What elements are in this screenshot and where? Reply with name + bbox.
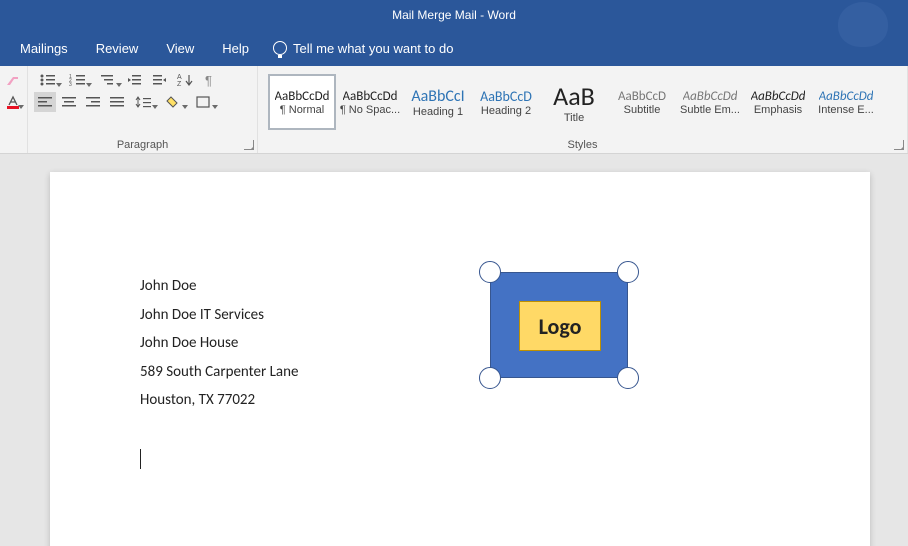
address-line[interactable]: 589 South Carpenter Lane <box>140 358 780 387</box>
menu-bar: Mailings Review View Help Tell me what y… <box>0 30 908 66</box>
style-item-heading-1[interactable]: AaBbCcIHeading 1 <box>404 74 472 130</box>
style-sample: AaB <box>553 80 595 112</box>
address-block[interactable]: John DoeJohn Doe IT ServicesJohn Doe Hou… <box>140 272 780 415</box>
style-item-heading-2[interactable]: AaBbCcDHeading 2 <box>472 74 540 130</box>
style-caption: ¶ No Spac... <box>340 104 400 116</box>
align-left-icon[interactable] <box>34 92 56 112</box>
style-caption: ¶ Normal <box>280 104 324 116</box>
svg-text:1: 1 <box>69 74 72 80</box>
style-caption: Title <box>564 112 584 124</box>
svg-text:3: 3 <box>69 82 72 87</box>
styles-group-label: Styles <box>260 137 905 151</box>
styles-dialog-launcher[interactable] <box>894 140 904 150</box>
style-caption: Heading 2 <box>481 105 531 117</box>
style-caption: Subtle Em... <box>680 104 740 116</box>
bullets-icon[interactable] <box>34 70 62 90</box>
style-sample: AaBbCcD <box>480 88 532 105</box>
address-line[interactable]: John Doe IT Services <box>140 301 780 330</box>
shading-icon[interactable] <box>160 92 188 112</box>
tab-view[interactable]: View <box>152 33 208 64</box>
styles-gallery[interactable]: AaBbCcDd¶ NormalAaBbCcDd¶ No Spac...AaBb… <box>260 70 905 137</box>
align-center-icon[interactable] <box>58 92 80 112</box>
lightbulb-icon <box>273 41 287 55</box>
style-item-title[interactable]: AaBTitle <box>540 74 608 130</box>
line-spacing-icon[interactable] <box>130 92 158 112</box>
justify-icon[interactable] <box>106 92 128 112</box>
numbering-icon[interactable]: 123 <box>64 70 92 90</box>
svg-text:2: 2 <box>69 78 72 84</box>
multilevel-list-icon[interactable] <box>94 70 122 90</box>
paragraph-group: 123 AZ ¶ <box>28 66 258 153</box>
style-item--normal[interactable]: AaBbCcDd¶ Normal <box>268 74 336 130</box>
sort-icon[interactable]: AZ <box>172 70 198 90</box>
window-title: Mail Merge Mail - Word <box>392 8 516 22</box>
plaque-shape: Logo <box>490 272 628 378</box>
style-caption: Heading 1 <box>413 106 463 118</box>
font-color-icon[interactable] <box>2 92 24 112</box>
tab-review[interactable]: Review <box>82 33 153 64</box>
style-item-emphasis[interactable]: AaBbCcDdEmphasis <box>744 74 812 130</box>
document-page[interactable]: John DoeJohn Doe IT ServicesJohn Doe Hou… <box>50 172 870 546</box>
style-caption: Emphasis <box>754 104 802 116</box>
style-sample: AaBbCcDd <box>751 89 806 104</box>
svg-text:A: A <box>177 74 182 81</box>
decrease-indent-icon[interactable] <box>124 70 146 90</box>
align-right-icon[interactable] <box>82 92 104 112</box>
borders-icon[interactable] <box>190 92 218 112</box>
logo-shape[interactable]: Logo <box>490 272 628 378</box>
style-item-subtitle[interactable]: AaBbCcDSubtitle <box>608 74 676 130</box>
logo-text-box[interactable]: Logo <box>519 301 601 351</box>
style-sample: AaBbCcDd <box>343 89 398 104</box>
style-sample: AaBbCcDd <box>683 89 738 104</box>
document-workspace: John DoeJohn Doe IT ServicesJohn Doe Hou… <box>0 154 908 546</box>
style-item-intense-e-[interactable]: AaBbCcDdIntense E... <box>812 74 880 130</box>
styles-group: AaBbCcDd¶ NormalAaBbCcDd¶ No Spac...AaBb… <box>258 66 908 153</box>
tell-me-search[interactable]: Tell me what you want to do <box>263 33 463 64</box>
paragraph-dialog-launcher[interactable] <box>244 140 254 150</box>
address-line[interactable]: Houston, TX 77022 <box>140 386 780 415</box>
tell-me-label: Tell me what you want to do <box>293 41 453 56</box>
title-bar: Mail Merge Mail - Word <box>0 0 908 30</box>
clear-formatting-icon[interactable] <box>2 70 24 90</box>
style-sample: AaBbCcDd <box>275 89 330 104</box>
logo-text: Logo <box>539 313 582 340</box>
address-line[interactable]: John Doe House <box>140 329 780 358</box>
account-avatar[interactable] <box>838 2 888 47</box>
style-caption: Intense E... <box>818 104 874 116</box>
font-group-partial <box>0 66 28 153</box>
address-line[interactable]: John Doe <box>140 272 780 301</box>
paragraph-group-label: Paragraph <box>30 137 255 151</box>
text-cursor <box>140 449 141 469</box>
tab-mailings[interactable]: Mailings <box>6 33 82 64</box>
style-item--no-spac-[interactable]: AaBbCcDd¶ No Spac... <box>336 74 404 130</box>
style-sample: AaBbCcD <box>618 89 666 104</box>
style-sample: AaBbCcI <box>411 87 464 106</box>
tab-help[interactable]: Help <box>208 33 263 64</box>
style-item-subtle-em-[interactable]: AaBbCcDdSubtle Em... <box>676 74 744 130</box>
increase-indent-icon[interactable] <box>148 70 170 90</box>
show-paragraph-marks-icon[interactable]: ¶ <box>200 70 222 90</box>
style-caption: Subtitle <box>624 104 661 116</box>
svg-text:Z: Z <box>177 81 182 87</box>
svg-text:¶: ¶ <box>205 73 212 87</box>
style-sample: AaBbCcDd <box>819 89 874 104</box>
ribbon: 123 AZ ¶ <box>0 66 908 154</box>
